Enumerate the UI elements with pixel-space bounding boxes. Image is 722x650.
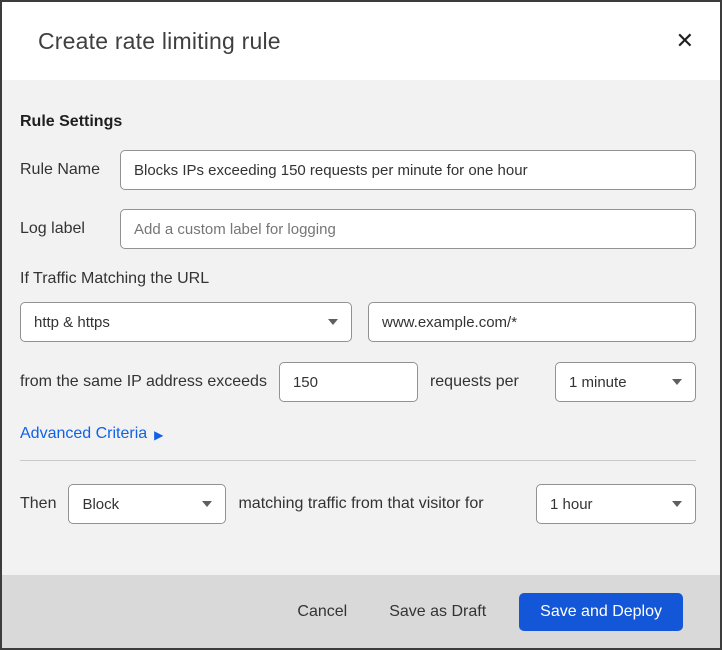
dialog-body: Rule Settings Rule Name Log label If Tra… bbox=[2, 80, 720, 575]
rule-name-input[interactable] bbox=[120, 150, 696, 190]
threshold-middle-text: requests per bbox=[429, 373, 519, 390]
dialog-title: Create rate limiting rule bbox=[38, 27, 281, 54]
expand-right-arrow-icon: ▶ bbox=[154, 428, 164, 442]
url-match-row: http & https bbox=[20, 302, 696, 342]
create-rate-limiting-rule-dialog: Create rate limiting rule ✕ Rule Setting… bbox=[0, 0, 722, 650]
threshold-row: from the same IP address exceeds request… bbox=[20, 362, 696, 402]
chevron-down-icon bbox=[672, 379, 682, 385]
period-select[interactable]: 1 minute bbox=[555, 362, 696, 402]
period-select-value: 1 minute bbox=[569, 373, 627, 391]
dialog-header: Create rate limiting rule ✕ bbox=[2, 2, 720, 80]
save-as-draft-button[interactable]: Save as Draft bbox=[371, 595, 504, 629]
threshold-prefix-text: from the same IP address exceeds bbox=[20, 373, 267, 390]
close-icon[interactable]: ✕ bbox=[668, 28, 702, 54]
action-prefix-text: Then bbox=[20, 495, 57, 512]
chevron-down-icon bbox=[202, 501, 213, 507]
log-label-input[interactable] bbox=[120, 209, 696, 249]
duration-select-value: 1 hour bbox=[550, 495, 593, 513]
action-select[interactable]: Block bbox=[68, 484, 227, 524]
action-row: Then Block matching traffic from that vi… bbox=[20, 484, 696, 524]
log-label-label: Log label bbox=[20, 220, 85, 237]
url-pattern-input[interactable] bbox=[368, 302, 696, 342]
duration-select[interactable]: 1 hour bbox=[536, 484, 696, 524]
top-accent-line bbox=[72, 0, 258, 2]
advanced-criteria-link[interactable]: Advanced Criteria ▶ bbox=[20, 425, 163, 443]
save-and-deploy-button[interactable]: Save and Deploy bbox=[519, 592, 683, 631]
rule-name-label: Rule Name bbox=[20, 161, 101, 178]
chevron-down-icon bbox=[672, 501, 682, 507]
traffic-match-heading: If Traffic Matching the URL bbox=[20, 270, 210, 287]
request-count-input[interactable] bbox=[278, 362, 418, 402]
rule-name-row: Rule Name bbox=[20, 150, 696, 190]
scheme-select[interactable]: http & https bbox=[20, 302, 352, 342]
rule-settings-heading: Rule Settings bbox=[20, 113, 123, 130]
dialog-footer: Cancel Save as Draft Save and Deploy bbox=[2, 575, 720, 648]
scheme-select-value: http & https bbox=[34, 313, 110, 331]
advanced-criteria-label: Advanced Criteria bbox=[20, 425, 148, 442]
cancel-button[interactable]: Cancel bbox=[279, 595, 365, 629]
action-middle-text: matching traffic from that visitor for bbox=[238, 495, 484, 512]
action-select-value: Block bbox=[82, 495, 120, 513]
advanced-criteria-row: Advanced Criteria ▶ bbox=[20, 425, 696, 443]
section-divider bbox=[20, 460, 696, 461]
chevron-down-icon bbox=[328, 319, 338, 325]
log-label-row: Log label bbox=[20, 209, 696, 249]
